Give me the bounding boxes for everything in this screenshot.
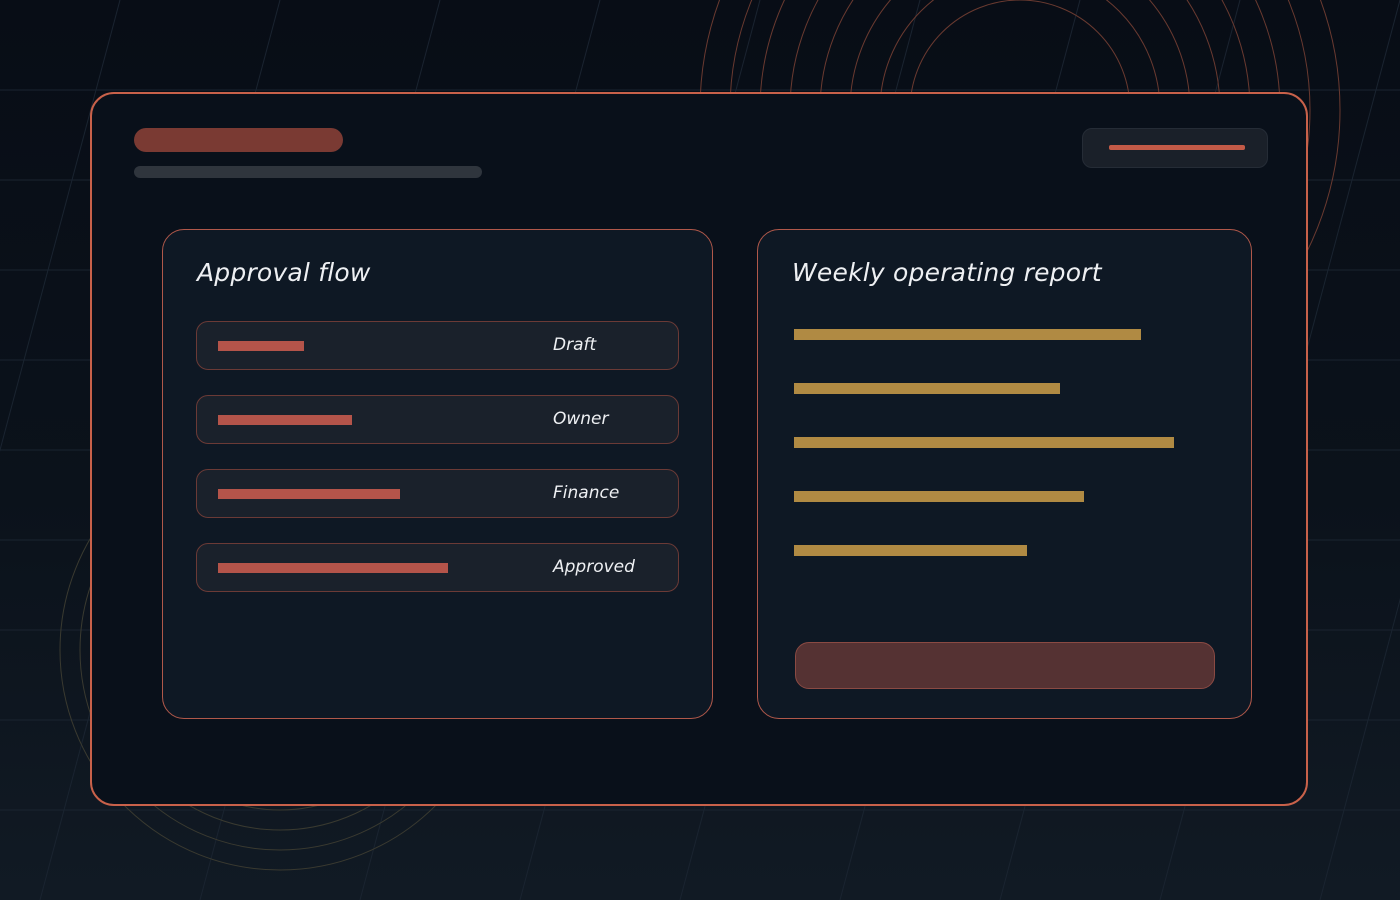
weekly-report-title: Weekly operating report <box>792 258 1102 287</box>
flow-step-approved[interactable]: Approved <box>196 543 679 592</box>
flow-step-progress <box>218 415 352 425</box>
top-action-indicator <box>1109 145 1245 150</box>
flow-step-finance[interactable]: Finance <box>196 469 679 518</box>
report-bar <box>794 437 1174 448</box>
report-action-button[interactable] <box>795 642 1215 689</box>
flow-step-label: Approved <box>553 557 635 577</box>
flow-step-label: Owner <box>553 409 609 429</box>
report-bar <box>794 491 1084 502</box>
window-title-placeholder <box>134 128 343 152</box>
approval-flow-title: Approval flow <box>197 258 371 287</box>
flow-step-progress <box>218 489 400 499</box>
flow-step-progress <box>218 341 304 351</box>
flow-step-progress <box>218 563 448 573</box>
report-bar <box>794 545 1027 556</box>
report-bar <box>794 383 1060 394</box>
flow-step-owner[interactable]: Owner <box>196 395 679 444</box>
window-subtitle-placeholder <box>134 166 482 178</box>
report-bar <box>794 329 1141 340</box>
approval-flow-panel: Approval flow Draft Owner Finance Approv… <box>162 229 713 719</box>
flow-step-draft[interactable]: Draft <box>196 321 679 370</box>
weekly-report-panel: Weekly operating report <box>757 229 1252 719</box>
app-window: Approval flow Draft Owner Finance Approv… <box>90 92 1308 806</box>
flow-step-label: Draft <box>553 335 597 355</box>
flow-step-label: Finance <box>553 483 620 503</box>
top-action-button[interactable] <box>1082 128 1268 168</box>
